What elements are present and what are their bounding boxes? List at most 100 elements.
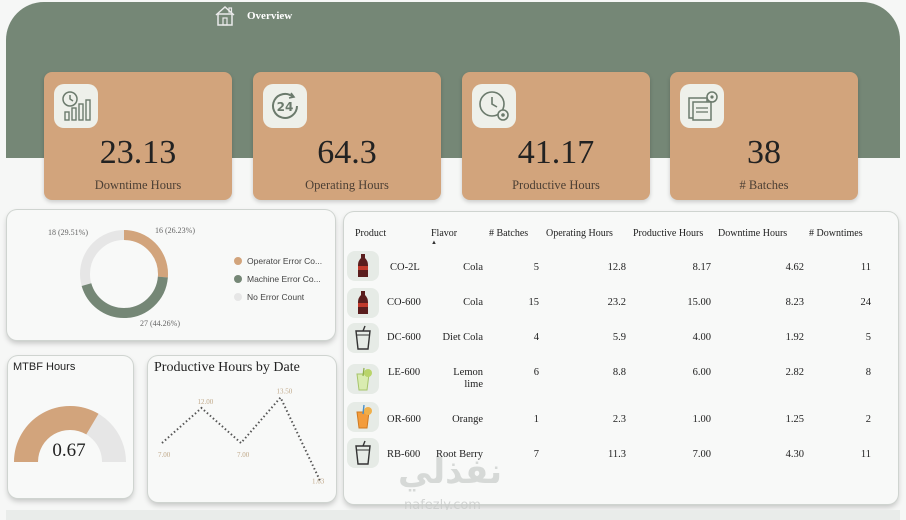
col-header-product[interactable]: Product [355,228,386,239]
watermark-arabic: نفذلي [398,452,503,492]
error-donut-chart [80,230,168,318]
downtime-hours-label: Downtime Hours [94,178,182,192]
chart-clock-icon [54,84,98,128]
col-header-operating-hours[interactable]: Operating Hours [546,228,613,239]
lemon-lime-glass-icon [347,364,379,394]
data-label: 12.00 [198,398,214,406]
diet-cola-cup-icon [347,323,379,353]
nafezly-watermark: نفذلي nafezly.com [398,452,503,513]
productive-hours-value: 41.17 [517,134,595,171]
root-beer-cup-icon [347,438,379,468]
row3-productive: 4.00 [692,332,711,343]
row5-batches: 1 [533,414,539,425]
row2-downtime: 8.23 [785,297,804,308]
machine-error-data-label: 27 (44.26%) [140,319,180,328]
bottom-strip [6,510,900,520]
orange-drink-glass-icon [347,402,379,432]
row4-operating: 8.8 [612,367,626,378]
row6-downtime: 4.30 [785,449,804,460]
row3-operating: 5.9 [612,332,626,343]
24-hours-icon: 24 [263,84,307,128]
legend-no-error[interactable]: No Error Count [234,288,322,306]
legend-label: No Error Count [247,292,305,302]
row6-operating: 11.3 [608,449,626,460]
row3-downtime: 1.92 [785,332,804,343]
row2-productive: 15.00 [687,297,711,308]
row1-batches: 5 [533,262,539,273]
kpi-operating-hours: 24 64.3 Operating Hours [253,72,441,200]
batches-label: # Batches [739,178,789,192]
row1-flavor: Cola [463,262,483,273]
row2-batches: 15 [528,297,540,308]
row4-product: LE-600 [388,367,421,378]
productive-hours-line-chart: 7.00 12.00 7.00 13.50 1.63 [158,388,325,486]
col-header-downtime-hours[interactable]: Downtime Hours [718,228,787,239]
home-icon [215,5,235,26]
svg-text:24: 24 [277,100,294,114]
kpi-productive-hours: 41.17 Productive Hours [462,72,650,200]
data-label: 13.50 [277,388,293,396]
downtime-hours-value: 23.13 [99,134,177,171]
row6-downtimes: 11 [860,449,871,460]
col-header-batches[interactable]: # Batches [489,228,528,239]
row3-flavor: Diet Cola [442,332,483,343]
col-header-flavor[interactable]: Flavor [431,228,457,239]
col-header-downtimes[interactable]: # Downtimes [809,228,863,239]
line-chart-title: Productive Hours by Date [154,360,300,375]
operating-hours-label: Operating Hours [305,178,389,192]
batches-value: 38 [747,134,781,171]
row5-downtime: 1.25 [785,414,804,425]
clock-gear-icon [472,84,516,128]
sort-ascending-icon[interactable]: ▲ [431,240,437,246]
legend-dot [234,257,242,265]
row5-operating: 2.3 [612,414,626,425]
kpi-batches: 38 # Batches [670,72,858,200]
legend-operator-error[interactable]: Operator Error Co... [234,252,322,270]
row5-product: OR-600 [387,414,421,425]
batches-icon [680,84,724,128]
row5-flavor: Orange [452,414,483,425]
cola-bottle-icon [347,288,379,318]
operating-hours-value: 64.3 [317,134,377,171]
legend-dot [234,275,242,283]
no-error-data-label: 18 (29.51%) [48,228,88,237]
kpi-downtime-hours: 23.13 Downtime Hours [44,72,232,200]
row3-downtimes: 5 [865,332,871,343]
row4-batches: 6 [533,367,539,378]
productive-hours-label: Productive Hours [512,178,600,192]
row1-downtimes: 11 [860,262,871,273]
row1-downtime: 4.62 [785,262,804,273]
row1-operating: 12.8 [607,262,626,273]
row3-product: DC-600 [387,332,421,343]
row3-batches: 4 [533,332,539,343]
series-line [161,395,321,482]
operator-error-data-label: 16 (26.23%) [155,226,195,235]
cola-bottle-icon [347,251,379,281]
overview-nav[interactable]: Overview [213,4,292,28]
dashboard-page: Overview 23.13 Downtime Hours 24 64.3 Op… [0,0,906,520]
legend-machine-error[interactable]: Machine Error Co... [234,270,322,288]
row6-productive: 7.00 [692,449,711,460]
row4-flavor: Lemon lime [453,367,483,390]
mtbf-title: MTBF Hours [13,361,76,373]
row4-productive: 6.00 [692,367,711,378]
row1-productive: 8.17 [692,262,711,273]
row4-downtimes: 8 [865,367,871,378]
data-label: 7.00 [237,451,250,459]
row1-product: CO-2L [390,262,420,273]
row4-downtime: 2.82 [785,367,804,378]
row5-productive: 1.00 [692,414,711,425]
legend-dot [234,293,242,301]
data-label: 1.63 [312,478,325,486]
row5-downtimes: 2 [865,414,871,425]
legend-label: Machine Error Co... [247,274,321,284]
row2-product: CO-600 [387,297,421,308]
data-label: 7.00 [158,451,171,459]
donut-legend: Operator Error Co... Machine Error Co...… [234,252,322,306]
overview-label: Overview [247,10,293,22]
row2-flavor: Cola [463,297,483,308]
col-header-productive-hours[interactable]: Productive Hours [633,228,703,239]
mtbf-value: 0.67 [52,440,86,461]
row2-operating: 23.2 [607,297,626,308]
legend-label: Operator Error Co... [247,256,323,266]
